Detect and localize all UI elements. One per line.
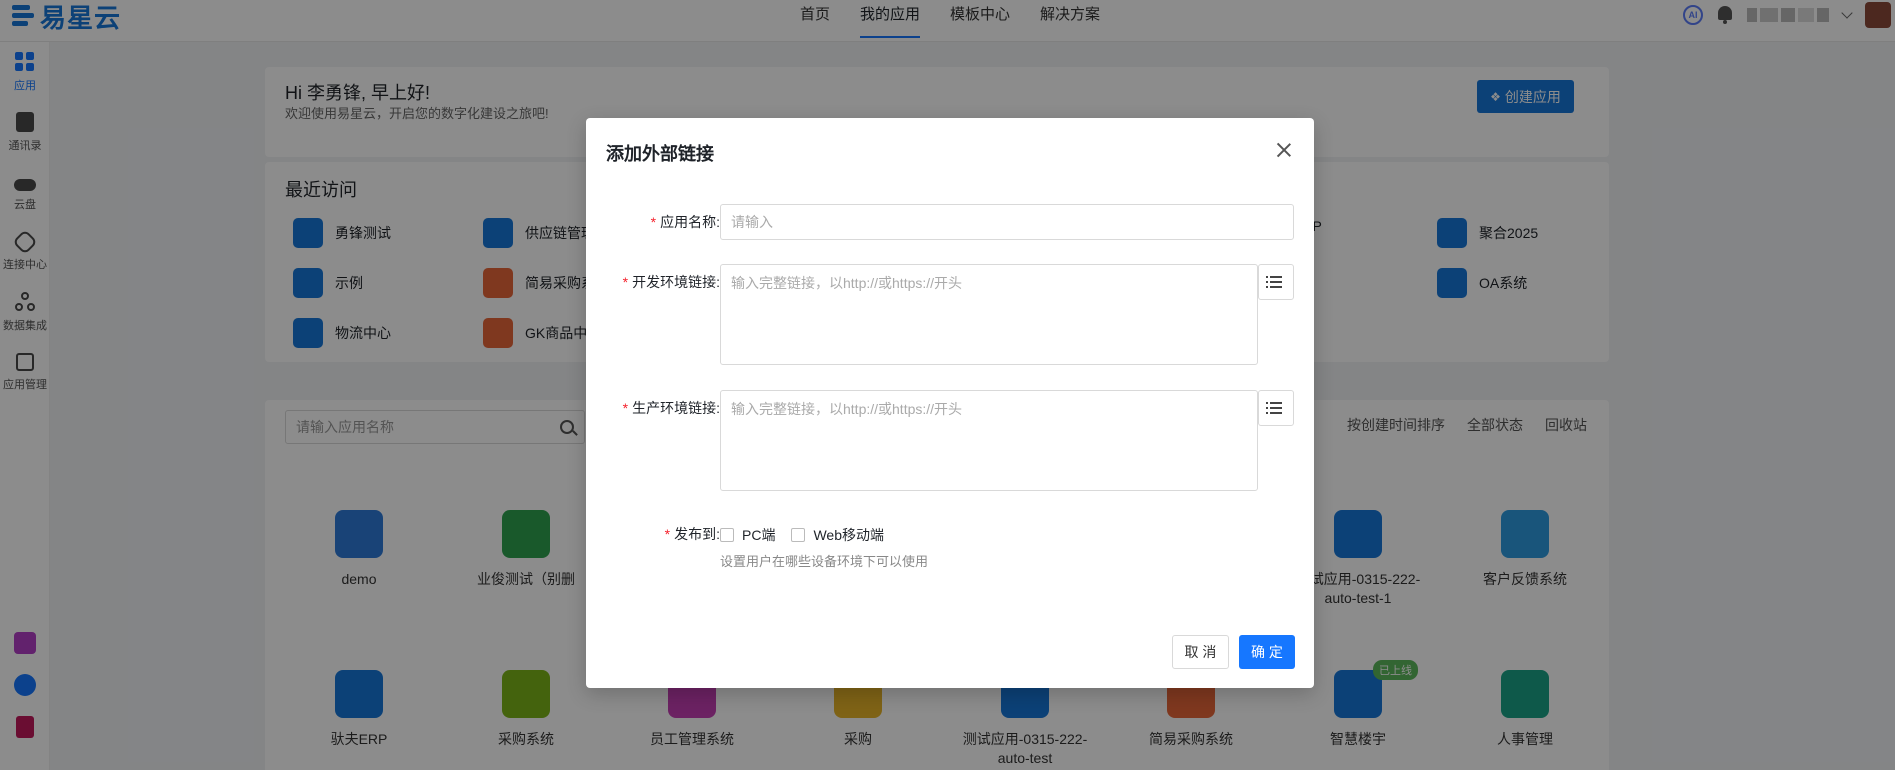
prod-link-placeholder: 输入完整链接，以http://或https://开头 <box>731 401 963 417</box>
cancel-button[interactable]: 取 消 <box>1172 635 1229 669</box>
web-mobile-checkbox[interactable]: Web移动端 <box>791 525 884 545</box>
pc-checkbox[interactable]: PC端 <box>720 525 775 545</box>
app-name-label: * 应用名称: <box>650 214 720 230</box>
prod-link-textarea[interactable]: 输入完整链接，以http://或https://开头 <box>720 390 1258 491</box>
publish-options: PC端 Web移动端 <box>720 525 884 545</box>
app-name-input[interactable]: 请输入 <box>720 204 1294 240</box>
pc-checkbox-box[interactable] <box>720 528 734 542</box>
pc-checkbox-label: PC端 <box>742 527 776 543</box>
prod-link-list-icon[interactable] <box>1258 390 1294 426</box>
dev-link-textarea[interactable]: 输入完整链接，以http://或https://开头 <box>720 264 1258 365</box>
app-name-placeholder: 请输入 <box>731 214 773 230</box>
close-icon[interactable] <box>1276 142 1292 158</box>
prod-link-label: * 生产环境链接: <box>622 400 720 416</box>
dialog-title: 添加外部链接 <box>606 144 714 164</box>
dev-link-list-icon[interactable] <box>1258 264 1294 300</box>
publish-label: * 发布到: <box>664 526 720 542</box>
web-mobile-checkbox-box[interactable] <box>791 528 806 542</box>
add-external-link-dialog: 添加外部链接 * 应用名称: 请输入 * 开发环境链接: 输入完整链接，以http:… <box>586 118 1314 688</box>
web-mobile-checkbox-label: Web移动端 <box>813 527 884 543</box>
publish-hint: 设置用户在哪些设备环境下可以使用 <box>720 554 929 569</box>
dev-link-placeholder: 输入完整链接，以http://或https://开头 <box>731 275 963 291</box>
confirm-button[interactable]: 确 定 <box>1239 635 1295 669</box>
dev-link-label: * 开发环境链接: <box>622 274 720 290</box>
